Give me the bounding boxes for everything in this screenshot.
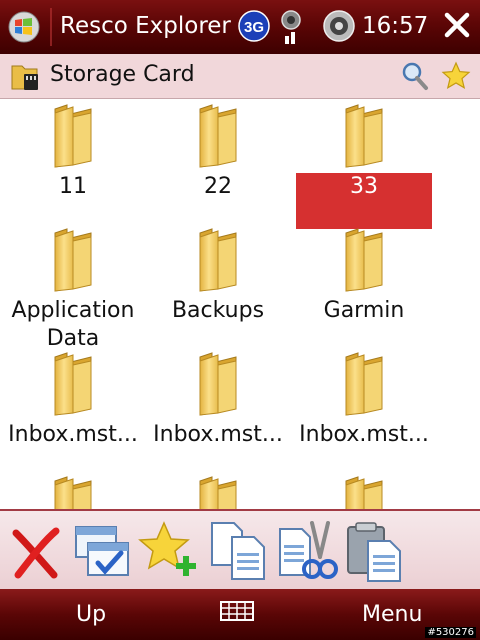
- folder-icon: [345, 228, 383, 292]
- folder-icon: [54, 228, 92, 292]
- path-bar: Storage Card: [0, 54, 480, 99]
- folder-item-inbox-1[interactable]: Inbox.mst...: [0, 351, 146, 449]
- folder-item-33[interactable]: 33: [291, 103, 437, 229]
- storage-card-icon[interactable]: [10, 60, 42, 92]
- app-title: Resco Explorer: [60, 13, 231, 39]
- file-list[interactable]: 11 22 33 Application Data Backups Garmin…: [0, 99, 480, 509]
- delete-icon[interactable]: [4, 519, 68, 583]
- favorites-star-icon[interactable]: [441, 61, 471, 91]
- folder-label: Garmin: [323, 298, 405, 323]
- softkey-up[interactable]: Up: [76, 602, 106, 627]
- folder-label-selected: 33: [296, 173, 432, 229]
- keyboard-icon[interactable]: [220, 601, 254, 621]
- folder-icon: [199, 352, 237, 416]
- folder-item-backups[interactable]: Backups: [145, 227, 291, 325]
- windows-logo-icon[interactable]: [4, 10, 44, 44]
- folder-icon: [54, 352, 92, 416]
- folder-item-11[interactable]: 11: [0, 103, 146, 201]
- copy-icon[interactable]: [206, 519, 270, 583]
- folder-icon: [199, 104, 237, 168]
- softkey-bar: Up Menu #530276: [0, 589, 480, 640]
- 3g-text: 3G: [244, 19, 264, 36]
- folder-icon: [345, 476, 383, 509]
- folder-label-line2: Data: [46, 326, 100, 351]
- paste-icon[interactable]: [344, 519, 408, 583]
- folder-item-22[interactable]: 22: [145, 103, 291, 201]
- watermark: #530276: [425, 627, 476, 638]
- folder-item-garmin[interactable]: Garmin: [291, 227, 437, 325]
- folder-icon: [199, 228, 237, 292]
- search-icon[interactable]: [401, 61, 429, 91]
- folder-icon: [345, 352, 383, 416]
- folder-label: Backups: [171, 298, 265, 323]
- folder-item-application-data[interactable]: Application Data: [0, 227, 146, 353]
- folder-label: Inbox.mst...: [299, 422, 429, 447]
- folder-item-partial[interactable]: [291, 475, 437, 509]
- folder-label: 22: [204, 174, 232, 199]
- folder-item-inbox-3[interactable]: Inbox.mst...: [291, 351, 437, 449]
- cut-icon[interactable]: [276, 519, 340, 583]
- title-bar: Resco Explorer 3G 16:57: [0, 0, 480, 54]
- title-separator: [50, 8, 52, 46]
- folder-label: Inbox.mst...: [153, 422, 283, 447]
- folder-label-line1: Application: [11, 298, 135, 323]
- folder-label: Inbox.mst...: [8, 422, 138, 447]
- close-icon[interactable]: [443, 11, 471, 39]
- 3g-icon[interactable]: 3G: [238, 10, 270, 42]
- folder-item-inbox-2[interactable]: Inbox.mst...: [145, 351, 291, 449]
- folder-icon: [54, 104, 92, 168]
- folder-label: Application Data: [0, 297, 146, 353]
- volume-icon[interactable]: [322, 9, 356, 43]
- softkey-menu[interactable]: Menu: [362, 602, 422, 627]
- action-toolbar: [0, 509, 480, 591]
- folder-item-partial[interactable]: [0, 475, 146, 509]
- folder-icon: [345, 104, 383, 168]
- clock[interactable]: 16:57: [362, 12, 428, 40]
- signal-icon[interactable]: [280, 8, 308, 46]
- folder-item-partial[interactable]: [145, 475, 291, 509]
- folder-icon: [54, 476, 92, 509]
- folder-icon: [199, 476, 237, 509]
- current-path: Storage Card: [50, 62, 195, 87]
- folder-label: 11: [59, 174, 87, 199]
- add-favorite-icon[interactable]: [136, 519, 200, 583]
- multi-select-icon[interactable]: [70, 519, 134, 583]
